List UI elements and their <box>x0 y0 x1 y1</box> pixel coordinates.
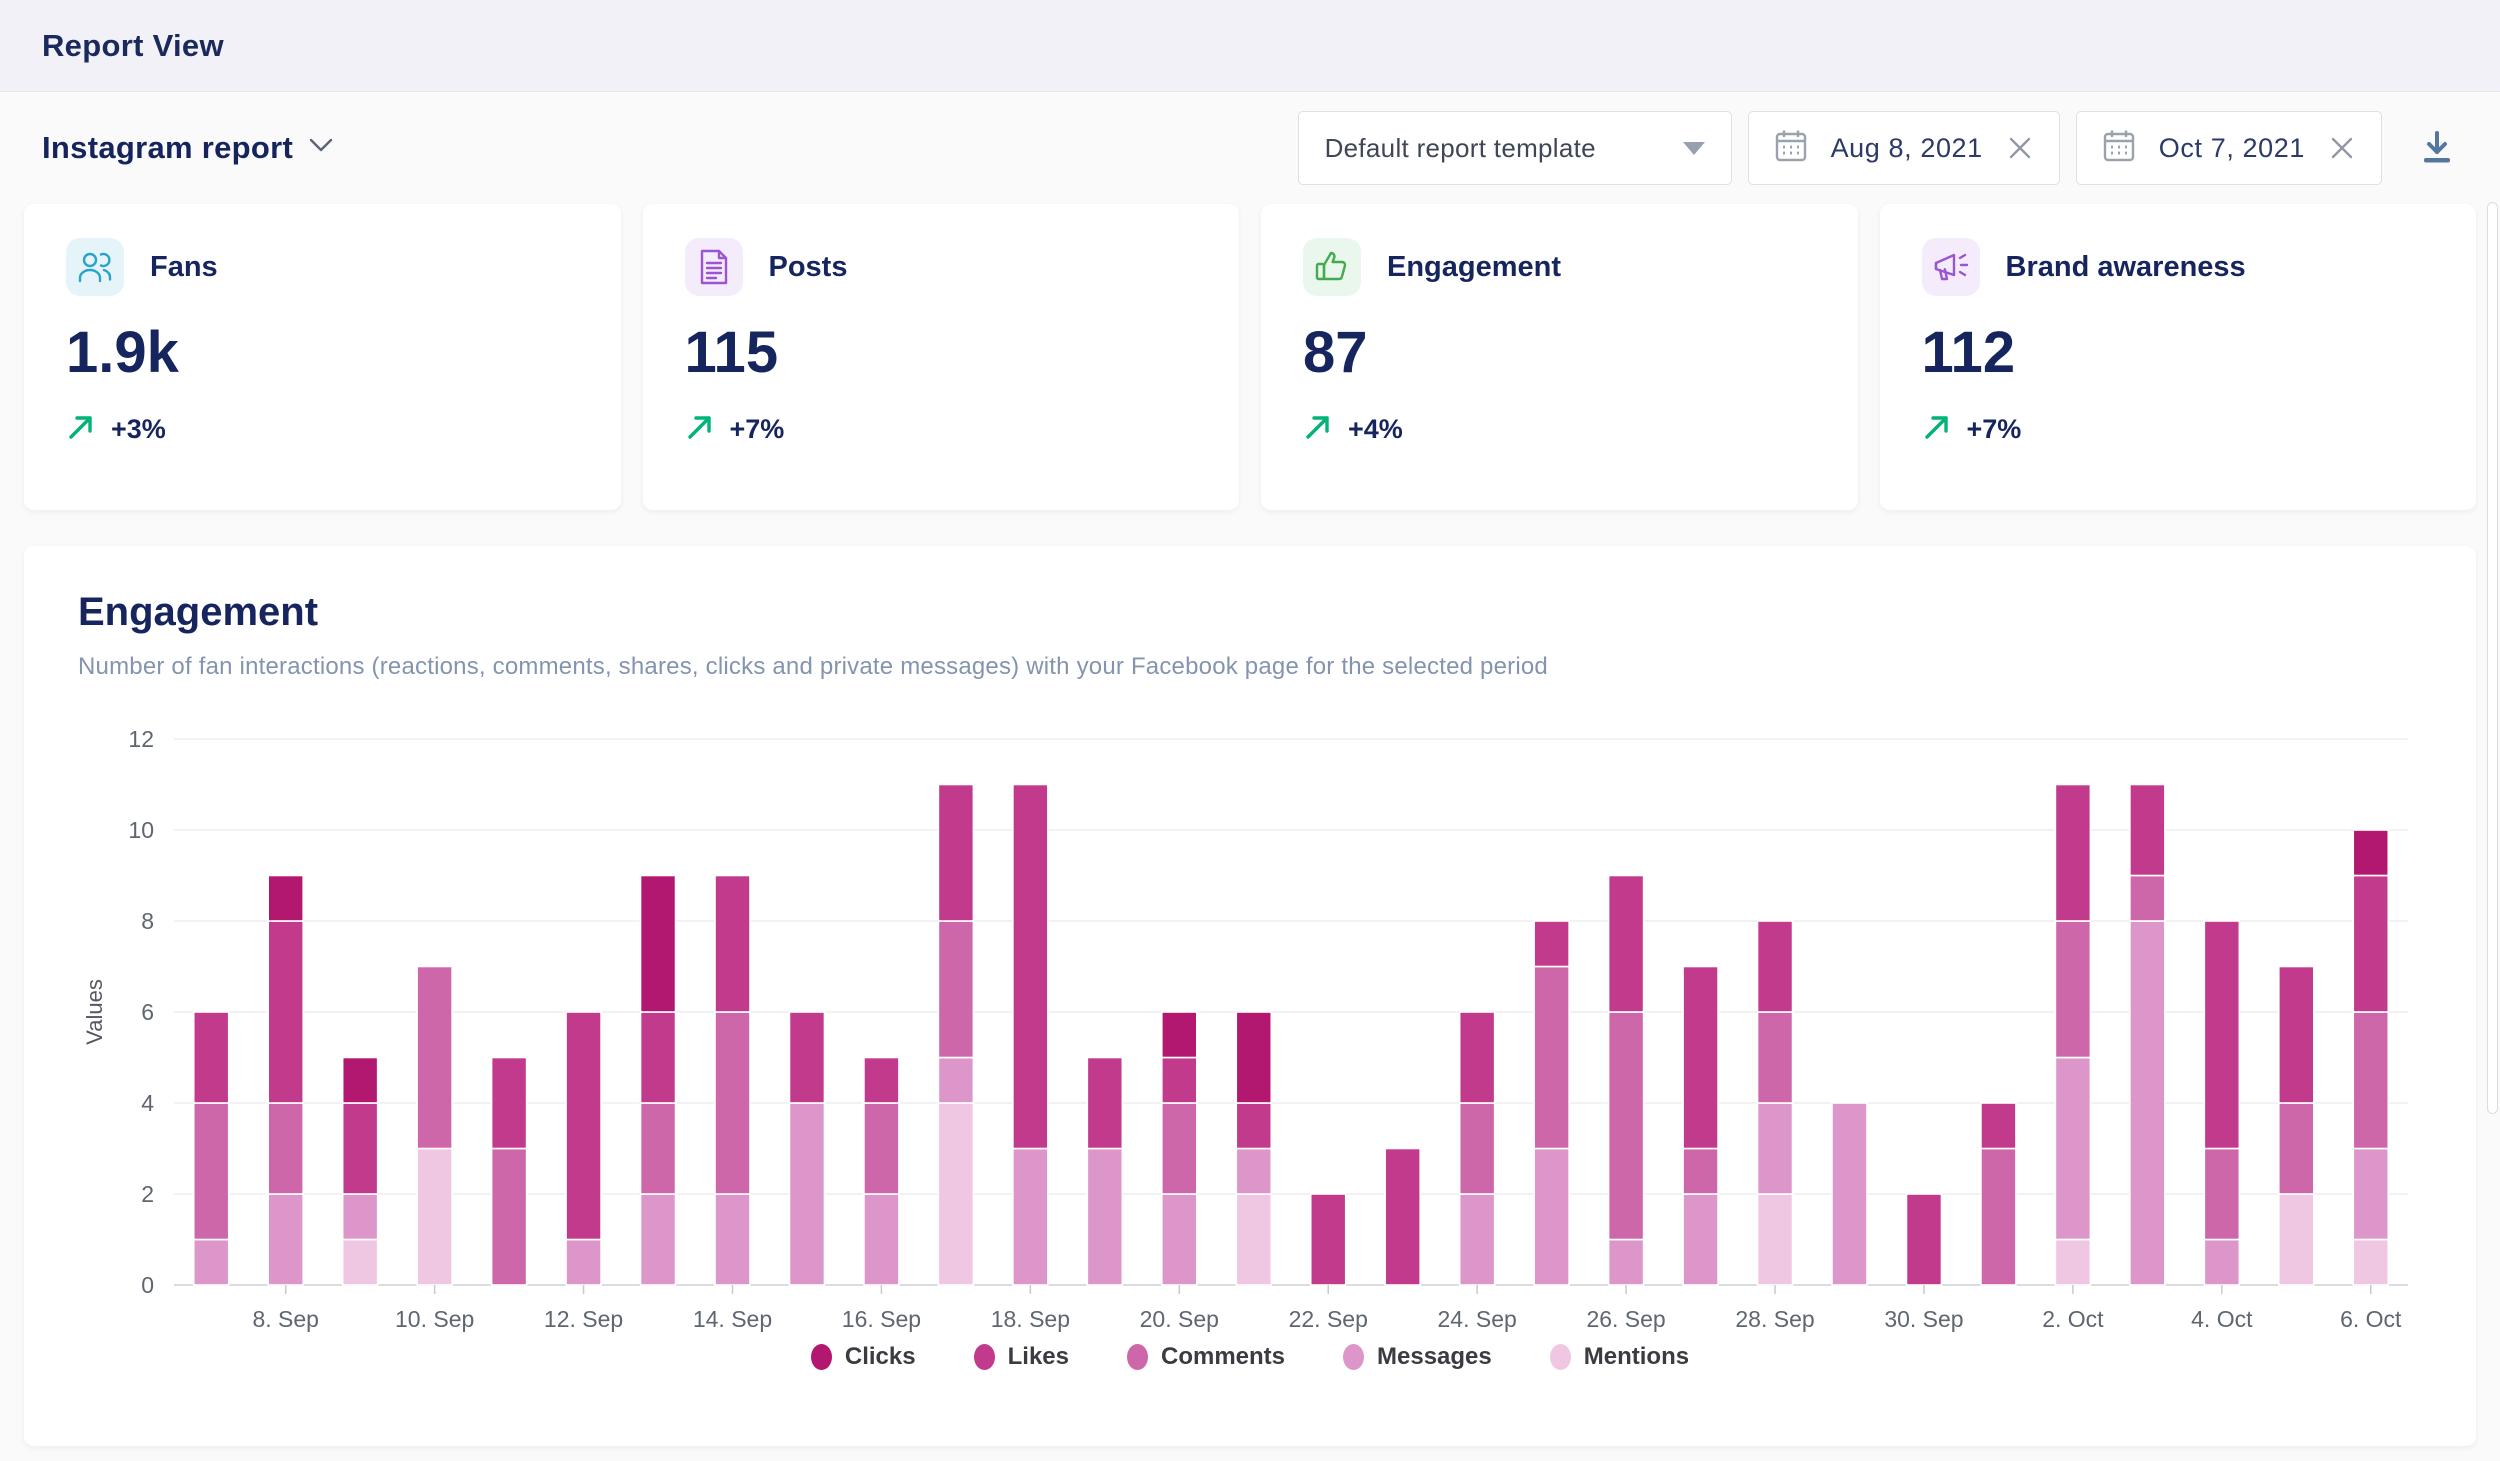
kpi-label: Posts <box>769 251 848 284</box>
kpi-value: 1.9k <box>66 324 579 382</box>
date-to-picker[interactable]: Oct 7, 2021 <box>2076 111 2382 185</box>
chart-legend: Clicks Likes Comments Messages Mentions <box>78 1343 2422 1371</box>
calendar-icon <box>2103 129 2135 168</box>
kpi-label: Engagement <box>1387 251 1561 284</box>
svg-text:12: 12 <box>128 726 154 752</box>
legend-item-comments[interactable]: Comments <box>1127 1343 1285 1371</box>
kpi-trend-value: +4% <box>1348 414 1403 445</box>
svg-text:30. Sep: 30. Sep <box>1884 1306 1963 1332</box>
kpi-value: 115 <box>685 324 1198 382</box>
svg-text:Values: Values <box>82 979 107 1045</box>
svg-text:10. Sep: 10. Sep <box>395 1306 474 1332</box>
engagement-stacked-bar-chart: 0 2 4 6 8 10 12 Values 8. Sep 10. Sep 12. Sep 14. S… <box>78 717 2422 1341</box>
date-from-clear-button[interactable] <box>2007 135 2033 161</box>
document-icon <box>685 238 743 296</box>
legend-dot-mentions-icon <box>1550 1344 1571 1370</box>
date-from-picker[interactable]: Aug 8, 2021 <box>1748 111 2060 185</box>
kpi-trend-value: +7% <box>1967 414 2022 445</box>
kpi-trend-value: +7% <box>730 414 785 445</box>
legend-dot-clicks-icon <box>811 1344 832 1370</box>
svg-text:24. Sep: 24. Sep <box>1438 1306 1517 1332</box>
report-selector-dropdown[interactable]: Instagram report <box>42 130 333 166</box>
legend-label: Messages <box>1377 1343 1492 1371</box>
svg-text:28. Sep: 28. Sep <box>1735 1306 1814 1332</box>
trend-up-arrow-icon <box>685 412 715 447</box>
date-to-clear-button[interactable] <box>2329 135 2355 161</box>
legend-label: Clicks <box>845 1343 916 1371</box>
svg-text:6: 6 <box>141 999 154 1025</box>
kpi-card-engagement: Engagement 87 +4% <box>1261 204 1858 510</box>
svg-text:2. Oct: 2. Oct <box>2042 1306 2104 1332</box>
engagement-chart-card: Engagement Number of fan interactions (r… <box>24 546 2476 1446</box>
kpi-value: 87 <box>1303 324 1816 382</box>
svg-text:18. Sep: 18. Sep <box>991 1306 1070 1332</box>
trend-up-arrow-icon <box>1922 412 1952 447</box>
svg-text:4: 4 <box>141 1090 154 1116</box>
page-scrollbar[interactable] <box>2487 202 2498 1114</box>
chart-description: Number of fan interactions (reactions, c… <box>78 653 2422 681</box>
trend-up-arrow-icon <box>66 412 96 447</box>
svg-text:16. Sep: 16. Sep <box>842 1306 921 1332</box>
svg-text:10: 10 <box>128 817 154 843</box>
svg-text:12. Sep: 12. Sep <box>544 1306 623 1332</box>
legend-label: Comments <box>1161 1343 1285 1371</box>
legend-label: Mentions <box>1584 1343 1689 1371</box>
kpi-label: Fans <box>150 251 218 284</box>
legend-dot-comments-icon <box>1127 1344 1148 1370</box>
legend-item-mentions[interactable]: Mentions <box>1550 1343 1689 1371</box>
report-selector-label: Instagram report <box>42 130 293 166</box>
template-select[interactable]: Default report template <box>1298 111 1732 185</box>
download-report-button[interactable] <box>2418 128 2456 169</box>
kpi-card-brand-awareness: Brand awareness 112 +7% <box>1880 204 2477 510</box>
svg-text:4. Oct: 4. Oct <box>2191 1306 2253 1332</box>
legend-item-likes[interactable]: Likes <box>974 1343 1069 1371</box>
template-select-value: Default report template <box>1325 133 1596 164</box>
legend-dot-messages-icon <box>1343 1344 1364 1370</box>
svg-text:8: 8 <box>141 908 154 934</box>
kpi-card-fans: Fans 1.9k +3% <box>24 204 621 510</box>
svg-text:0: 0 <box>141 1272 154 1298</box>
toolbar-controls: Default report template Aug 8, 2021 <box>1298 111 2456 185</box>
megaphone-icon <box>1922 238 1980 296</box>
svg-text:2: 2 <box>141 1181 154 1207</box>
report-toolbar: Instagram report Default report template… <box>0 92 2500 204</box>
legend-item-messages[interactable]: Messages <box>1343 1343 1492 1371</box>
date-from-value: Aug 8, 2021 <box>1831 133 1983 164</box>
svg-text:6. Oct: 6. Oct <box>2340 1306 2402 1332</box>
kpi-trend-value: +3% <box>111 414 166 445</box>
svg-text:20. Sep: 20. Sep <box>1140 1306 1219 1332</box>
legend-label: Likes <box>1008 1343 1069 1371</box>
svg-text:22. Sep: 22. Sep <box>1289 1306 1368 1332</box>
caret-down-icon <box>1683 142 1705 155</box>
people-icon <box>66 238 124 296</box>
calendar-icon <box>1775 129 1807 168</box>
page-title: Report View <box>42 28 224 64</box>
trend-up-arrow-icon <box>1303 412 1333 447</box>
legend-item-clicks[interactable]: Clicks <box>811 1343 916 1371</box>
legend-dot-likes-icon <box>974 1344 995 1370</box>
kpi-cards-row: Fans 1.9k +3% Posts 115 <box>24 204 2476 510</box>
svg-text:14. Sep: 14. Sep <box>693 1306 772 1332</box>
download-icon <box>2418 128 2456 169</box>
svg-text:26. Sep: 26. Sep <box>1586 1306 1665 1332</box>
kpi-value: 112 <box>1922 324 2435 382</box>
svg-text:8. Sep: 8. Sep <box>252 1306 319 1332</box>
chevron-down-icon <box>309 138 333 159</box>
date-to-value: Oct 7, 2021 <box>2159 133 2305 164</box>
kpi-card-posts: Posts 115 +7% <box>643 204 1240 510</box>
thumbs-up-icon <box>1303 238 1361 296</box>
chart-title: Engagement <box>78 590 2422 635</box>
kpi-label: Brand awareness <box>2006 251 2246 284</box>
app-header: Report View <box>0 0 2500 92</box>
